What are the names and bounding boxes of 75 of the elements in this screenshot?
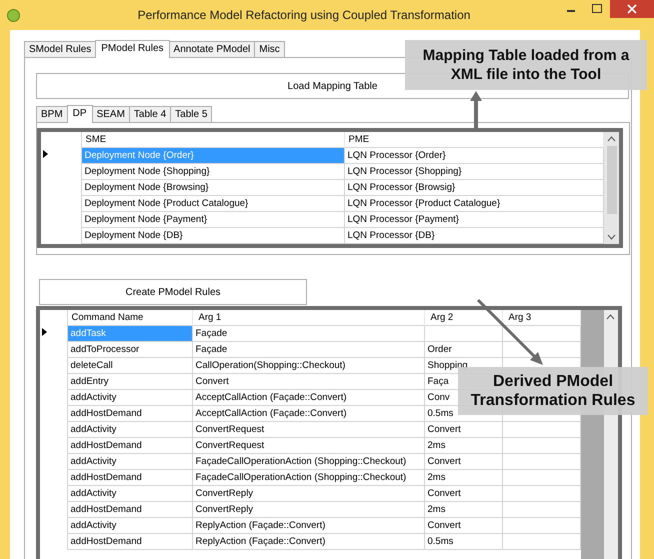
table-cell: Deployment Node {Product Catalogue} (81, 196, 344, 212)
table-cell: Deployment Node {DB} (81, 228, 344, 244)
table-cell: Convert (424, 454, 502, 470)
table-cell: Deployment Node {Shopping} (81, 164, 344, 180)
table-cell: LQN Processor {Product Catalogue} (344, 196, 604, 212)
table-cell: Convert (424, 486, 502, 502)
close-icon[interactable] (610, 0, 654, 18)
table-cell: Façade (192, 342, 424, 358)
tab[interactable]: DP (66, 105, 93, 123)
table-cell: LQN Processor {Payment} (344, 212, 604, 228)
tab[interactable]: PModel Rules (95, 40, 170, 58)
table-cell: addActivity (67, 454, 192, 470)
row-header[interactable] (40, 326, 67, 342)
table-cell: addHostDemand (67, 470, 192, 486)
table-cell: 2ms (424, 502, 502, 518)
table-cell: 0.5ms (424, 534, 502, 550)
table-cell: Deployment Node {Order} (81, 148, 344, 164)
table-cell: addActivity (67, 486, 192, 502)
table-cell: 2ms (424, 470, 502, 486)
table-cell: FaçadeCallOperationAction (Shopping::Checkout) (192, 470, 424, 486)
table-cell: Deployment Node {Payment} (81, 212, 344, 228)
row-header[interactable] (41, 148, 81, 164)
callout-tooltip: Derived PModel Transformation Rules (458, 367, 648, 415)
scroll-up-icon[interactable] (606, 314, 616, 320)
table-cell: addActivity (67, 518, 192, 534)
table-cell: CallOperation(Shopping::Checkout) (192, 358, 424, 374)
table-cell: deleteCall (67, 358, 192, 374)
table-cell: Order (424, 342, 502, 358)
row-pointer-icon (43, 150, 48, 158)
table-cell: addActivity (67, 422, 192, 438)
table-cell: AcceptCallAction (Façade::Convert) (192, 406, 424, 422)
table-cell: addHostDemand (67, 406, 192, 422)
tab[interactable]: SModel Rules (24, 41, 96, 57)
table-cell: addActivity (67, 390, 192, 406)
table-cell: LQN Processor {Order} (344, 148, 604, 164)
table-cell: Convert (192, 374, 424, 390)
table-cell: ConvertRequest (192, 422, 424, 438)
table-cell: addHostDemand (67, 438, 192, 454)
create-rules-button[interactable]: Create PModel Rules (39, 279, 307, 305)
table-cell: ConvertReply (192, 502, 424, 518)
table-cell: 2ms (424, 438, 502, 454)
table-cell: Deployment Node {Browsing} (81, 180, 344, 196)
table-cell: Convert (424, 422, 502, 438)
tab[interactable]: Misc (254, 41, 285, 57)
table-cell: FaçadeCallOperationAction (Shopping::Checkout) (192, 454, 424, 470)
table-cell: Façade (192, 326, 424, 342)
table-cell: AcceptCallAction (Façade::Convert) (192, 390, 424, 406)
tab[interactable]: SEAM (92, 106, 130, 122)
table-cell: addHostDemand (67, 502, 192, 518)
tab[interactable]: Table 5 (170, 106, 212, 122)
table-cell: ReplyAction (Façade::Convert) (192, 518, 424, 534)
column-header: Arg 3 (502, 310, 580, 326)
table-cell: addToProcessor (67, 342, 192, 358)
table-cell: LQN Processor {Browsig} (344, 180, 604, 196)
column-header: Arg 2 (424, 310, 502, 326)
table-cell: addHostDemand (67, 534, 192, 550)
table-cell: ReplyAction (Façade::Convert) (192, 534, 424, 550)
scroll-down-icon[interactable] (607, 234, 616, 240)
scrollbar[interactable] (604, 132, 619, 244)
table-cell: addTask (67, 326, 192, 342)
window-title: Performance Model Refactoring using Coupled Transformation (136, 8, 472, 22)
table-cell: LQN Processor {Shopping} (344, 164, 604, 180)
tab[interactable]: Table 4 (128, 106, 172, 122)
tab[interactable]: Annotate PModel (168, 41, 256, 57)
table-cell: ConvertRequest (192, 438, 424, 454)
scroll-up-icon[interactable] (607, 136, 616, 142)
app-icon (7, 8, 20, 22)
scroll-thumb[interactable] (606, 146, 616, 214)
callout-tooltip: Mapping Table loaded from a XML file into the Tool (405, 40, 647, 90)
table-cell: ConvertReply (192, 486, 424, 502)
table-cell: LQN Processor {DB} (344, 228, 604, 244)
table-cell: addEntry (67, 374, 192, 390)
tab[interactable]: BPM (36, 106, 68, 122)
table-cell: Convert (424, 518, 502, 534)
row-pointer-icon (42, 328, 47, 336)
